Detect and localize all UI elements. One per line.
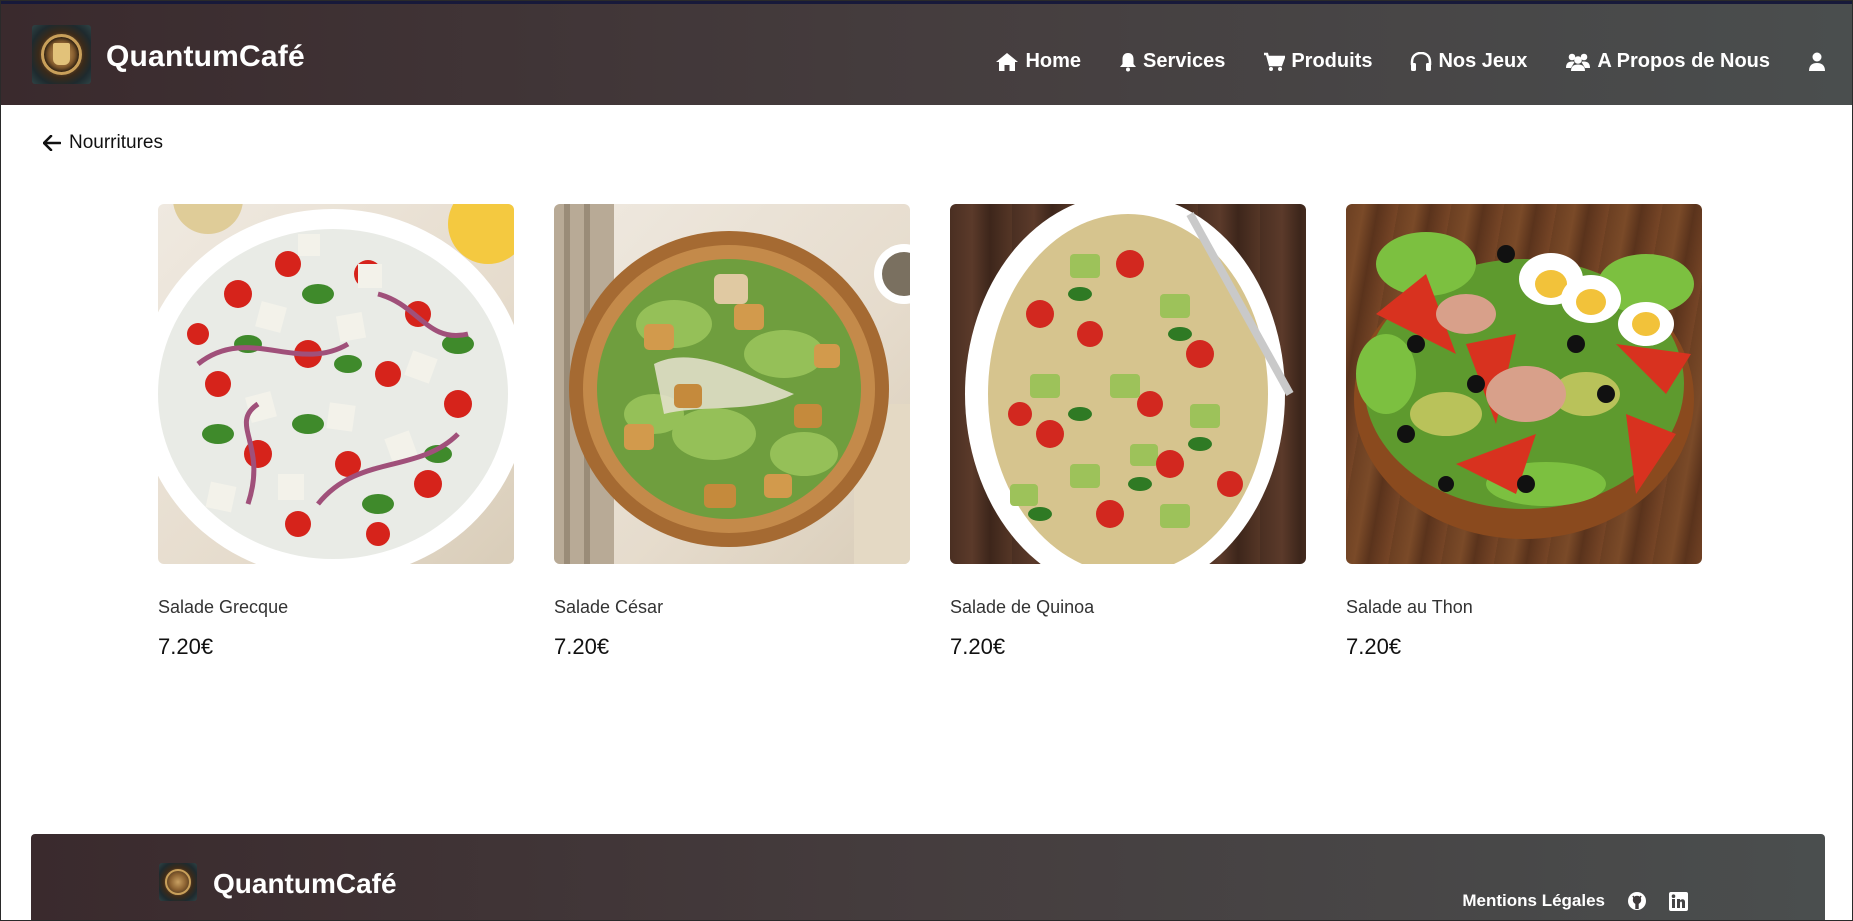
account-button[interactable] bbox=[1808, 52, 1826, 72]
nav-a-propos[interactable]: A Propos de Nous bbox=[1565, 50, 1770, 73]
footer-links: Mentions Légales bbox=[1462, 891, 1688, 911]
product-name[interactable]: Salade Grecque bbox=[158, 597, 514, 618]
nav-a-propos-label: A Propos de Nous bbox=[1597, 50, 1770, 72]
product-grid: Salade Grecque 7.20€ Salade César 7.20€ … bbox=[158, 204, 1702, 660]
bell-icon bbox=[1120, 52, 1137, 71]
caesar-salad-illustration bbox=[554, 204, 910, 564]
home-icon bbox=[996, 52, 1019, 71]
page: QuantumCafé Home Services Produits Nos J… bbox=[0, 0, 1853, 921]
linkedin-icon[interactable] bbox=[1669, 891, 1688, 911]
product-name[interactable]: Salade César bbox=[554, 597, 910, 618]
footer-logo-ring bbox=[165, 869, 191, 895]
product-card[interactable]: Salade de Quinoa 7.20€ bbox=[950, 204, 1306, 660]
quinoa-salad-illustration bbox=[965, 204, 1294, 564]
product-price: 7.20€ bbox=[158, 634, 214, 659]
tuna-salad-illustration bbox=[1354, 232, 1694, 539]
back-link-label: Nourritures bbox=[69, 132, 163, 153]
product-image[interactable] bbox=[950, 204, 1306, 564]
product-image[interactable] bbox=[554, 204, 910, 564]
headphones-icon bbox=[1411, 51, 1432, 71]
nav-home[interactable]: Home bbox=[995, 50, 1081, 73]
nav-nos-jeux[interactable]: Nos Jeux bbox=[1410, 50, 1527, 73]
nav-produits-label: Produits bbox=[1291, 50, 1373, 72]
footer-brand-title: QuantumCafé bbox=[213, 868, 397, 899]
legal-notice-link[interactable]: Mentions Légales bbox=[1462, 891, 1605, 911]
nav-services[interactable]: Services bbox=[1119, 50, 1225, 73]
nav-produits[interactable]: Produits bbox=[1263, 50, 1372, 73]
cart-icon bbox=[1264, 52, 1286, 71]
users-icon bbox=[1566, 53, 1591, 71]
product-card[interactable]: Salade César 7.20€ bbox=[554, 204, 910, 660]
logo-emblem bbox=[53, 43, 70, 65]
product-card[interactable]: Salade au Thon 7.20€ bbox=[1346, 204, 1702, 660]
greek-salad-illustration bbox=[158, 204, 514, 564]
product-name[interactable]: Salade de Quinoa bbox=[950, 597, 1306, 618]
nav-home-label: Home bbox=[1025, 50, 1082, 72]
product-price: 7.20€ bbox=[950, 634, 1006, 659]
logo-image[interactable] bbox=[32, 25, 91, 84]
arrow-left-icon bbox=[43, 135, 61, 151]
footer-logo-image bbox=[159, 863, 197, 901]
product-price: 7.20€ bbox=[554, 634, 610, 659]
product-price: 7.20€ bbox=[1346, 634, 1402, 659]
brand-title[interactable]: QuantumCafé bbox=[106, 40, 305, 74]
nav-services-label: Services bbox=[1143, 50, 1226, 72]
product-name[interactable]: Salade au Thon bbox=[1346, 597, 1702, 618]
main-nav: Home Services Produits Nos Jeux A Propos… bbox=[995, 50, 1826, 73]
user-icon bbox=[1809, 52, 1825, 71]
github-icon[interactable] bbox=[1627, 891, 1647, 911]
top-navbar: QuantumCafé Home Services Produits Nos J… bbox=[1, 1, 1852, 105]
product-image[interactable] bbox=[1346, 204, 1702, 564]
back-link[interactable]: Nourritures bbox=[43, 132, 163, 154]
footer: QuantumCafé Mentions Légales bbox=[31, 834, 1825, 920]
nav-nos-jeux-label: Nos Jeux bbox=[1438, 50, 1528, 72]
product-image[interactable] bbox=[158, 204, 514, 564]
product-card[interactable]: Salade Grecque 7.20€ bbox=[158, 204, 514, 660]
